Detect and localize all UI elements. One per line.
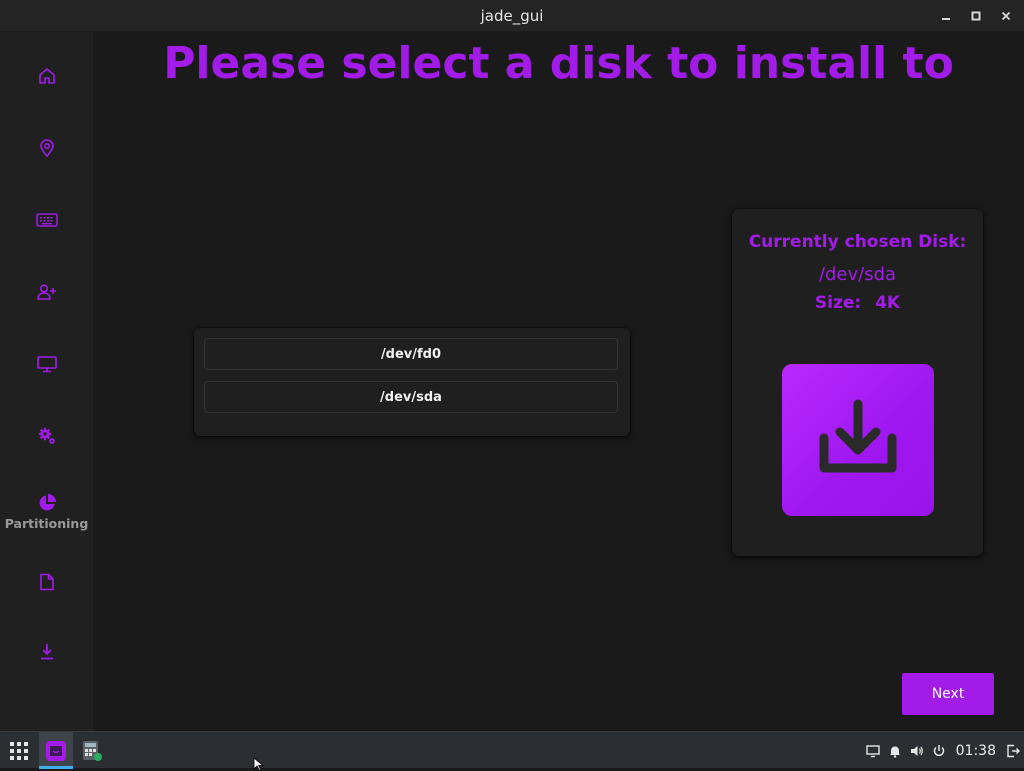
- power-button[interactable]: [928, 732, 950, 769]
- taskbar-app-calculator[interactable]: [75, 732, 109, 769]
- size-value: 4K: [875, 293, 901, 313]
- display-button[interactable]: [862, 732, 884, 769]
- disk-list: /dev/fd0 /dev/sda: [194, 328, 630, 436]
- add-user-icon: [36, 284, 56, 300]
- sidebar-item-misc[interactable]: [0, 408, 93, 464]
- volume-button[interactable]: [906, 732, 928, 769]
- logout-button[interactable]: [1002, 732, 1024, 769]
- home-icon: [38, 68, 55, 84]
- sidebar-item-location[interactable]: [0, 120, 93, 176]
- minimize-icon: [942, 18, 950, 20]
- display-icon: [865, 744, 880, 757]
- sidebar-item-welcome[interactable]: [0, 48, 93, 104]
- taskbar-app-jade-gui[interactable]: [39, 732, 73, 769]
- chosen-disk-name: /dev/sda: [818, 264, 897, 285]
- gears-icon: [38, 427, 55, 444]
- pie-chart-icon: [39, 494, 56, 511]
- page-title: Please select a disk to install to: [163, 38, 954, 89]
- logout-icon: [1007, 744, 1020, 757]
- sidebar: Partitioning: [0, 32, 93, 731]
- disk-row-sda[interactable]: /dev/sda: [204, 381, 618, 413]
- power-icon: [933, 744, 944, 756]
- download-icon: [40, 644, 53, 660]
- next-button[interactable]: Next: [902, 673, 994, 715]
- maximize-icon: [971, 11, 981, 21]
- mouse-cursor-icon: [253, 757, 265, 771]
- main-content: Please select a disk to install to /dev/…: [93, 32, 1024, 731]
- taskbar: 01:38: [0, 731, 1024, 769]
- window-titlebar: jade_gui: [0, 0, 1024, 32]
- sidebar-item-partitioning[interactable]: Partitioning: [0, 480, 93, 544]
- close-button[interactable]: [996, 6, 1016, 26]
- maximize-button[interactable]: [966, 6, 986, 26]
- sidebar-item-users[interactable]: [0, 264, 93, 320]
- app-launcher-button[interactable]: [4, 736, 34, 766]
- volume-icon: [910, 745, 923, 756]
- chosen-disk-size: Size: 4K: [732, 293, 983, 313]
- chosen-disk-card: Currently chosen Disk: /dev/sda Size: 4K: [732, 209, 983, 556]
- notifications-button[interactable]: [884, 732, 906, 769]
- jade-gui-app-icon: [46, 740, 66, 761]
- sidebar-item-summary[interactable]: [0, 554, 93, 610]
- system-tray: 01:38: [862, 732, 1024, 769]
- minimize-button[interactable]: [936, 6, 956, 26]
- bell-icon: [889, 746, 900, 758]
- keyboard-icon: [35, 213, 58, 227]
- sidebar-item-keyboard[interactable]: [0, 192, 93, 248]
- location-pin-icon: [39, 139, 54, 158]
- close-icon: [1001, 11, 1011, 21]
- app-grid-icon: [10, 742, 28, 760]
- sidebar-item-label: Partitioning: [4, 516, 89, 531]
- chosen-disk-title: Currently chosen Disk:: [748, 232, 967, 252]
- monitor-icon: [36, 356, 57, 373]
- download-icon: [819, 399, 897, 473]
- size-label: Size:: [814, 293, 862, 313]
- clock[interactable]: 01:38: [956, 743, 996, 759]
- sidebar-item-install[interactable]: [0, 624, 93, 680]
- window-controls: [936, 0, 1016, 32]
- install-disk-button[interactable]: [782, 364, 934, 516]
- disk-row-fd0[interactable]: /dev/fd0: [204, 338, 618, 370]
- file-icon: [39, 573, 54, 591]
- window-title: jade_gui: [480, 6, 544, 25]
- sidebar-item-desktop[interactable]: [0, 336, 93, 392]
- calculator-app-icon: [83, 740, 102, 761]
